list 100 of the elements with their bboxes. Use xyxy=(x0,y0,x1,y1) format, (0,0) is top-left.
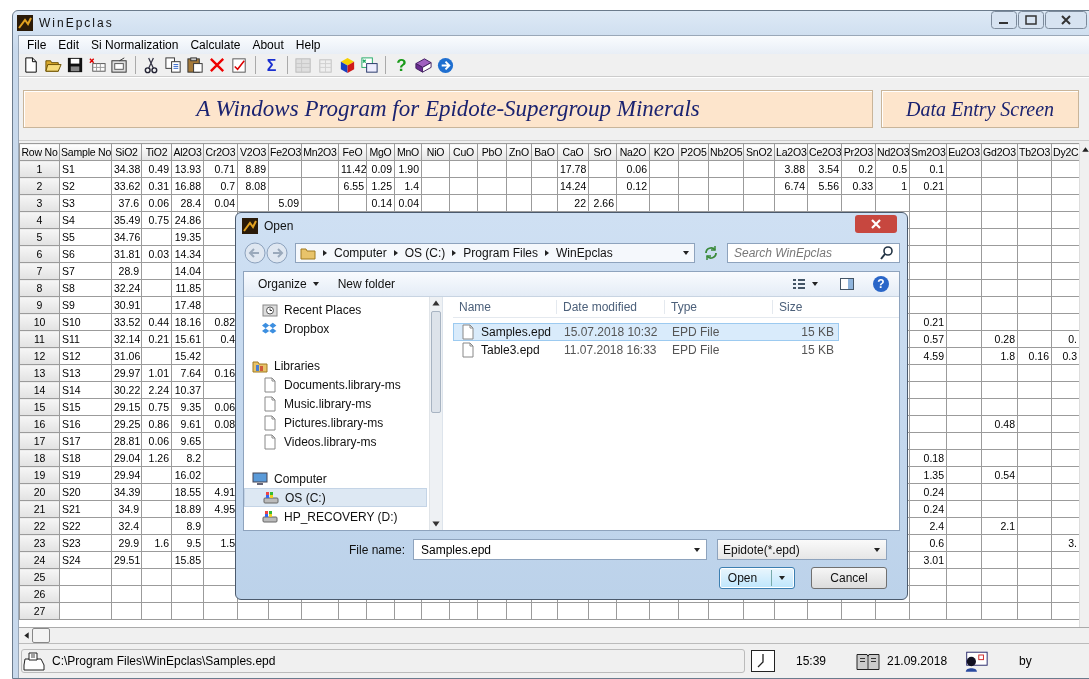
preview-pane-icon[interactable] xyxy=(839,276,855,292)
search-icon xyxy=(879,245,895,261)
grid-delete-icon[interactable] xyxy=(88,55,107,75)
column-header: NiO xyxy=(421,143,450,161)
view-options-icon[interactable] xyxy=(791,276,821,292)
column-header: CuO xyxy=(449,143,478,161)
file-name: Samples.epd xyxy=(481,325,552,339)
clipboard-icon[interactable] xyxy=(186,55,205,75)
file-row[interactable]: Table3.epd 11.07.2018 16:33 EPD File 15 KB xyxy=(453,341,839,359)
menu-item[interactable]: Help xyxy=(289,38,327,52)
column-header: Dy2C xyxy=(1051,143,1079,161)
person-card-icon xyxy=(963,650,989,672)
help-button[interactable]: ? xyxy=(873,276,889,292)
file-type-dropdown[interactable]: Epidote(*.epd) xyxy=(717,539,887,560)
breadcrumb-item[interactable]: WinEpclas xyxy=(556,246,613,260)
document-icon xyxy=(262,414,278,431)
nav-item[interactable]: Music.library-ms xyxy=(244,394,427,413)
scroll-left-icon[interactable] xyxy=(21,629,32,642)
vertical-scrollbar[interactable] xyxy=(429,297,442,530)
column-header[interactable]: Date modified xyxy=(557,300,665,314)
arrow-circle-icon[interactable] xyxy=(436,55,455,75)
column-header[interactable]: Type xyxy=(665,300,773,314)
breadcrumb-item[interactable]: Computer xyxy=(334,246,387,260)
nav-item[interactable]: OS (C:) xyxy=(244,488,427,507)
maximize-button[interactable] xyxy=(1018,11,1044,29)
document-icon xyxy=(460,324,476,340)
column-header: Al2O3 xyxy=(171,143,204,161)
status-date: 21.09.2018 xyxy=(887,653,949,670)
column-header: Nb2O5 xyxy=(708,143,744,161)
file-name-field[interactable]: Samples.epd xyxy=(419,541,689,558)
open-button[interactable]: Open xyxy=(719,567,795,589)
refresh-icon[interactable] xyxy=(703,245,719,261)
column-header: V2O3 xyxy=(237,143,269,161)
column-header: PbO xyxy=(477,143,507,161)
close-button[interactable] xyxy=(855,215,897,233)
column-header: Row No xyxy=(19,143,60,161)
file-size: 15 KB xyxy=(800,343,835,357)
window-title: WinEpclas xyxy=(39,16,114,30)
chevron-icon xyxy=(391,249,400,257)
menu-item[interactable]: Edit xyxy=(52,38,86,52)
caret-icon[interactable] xyxy=(682,249,690,257)
nav-item[interactable]: Pictures.library-ms xyxy=(244,413,427,432)
nav-item[interactable]: Libraries xyxy=(244,356,427,375)
minimize-button[interactable] xyxy=(991,11,1017,29)
cancel-button[interactable]: Cancel xyxy=(811,567,887,589)
organize-menu[interactable]: Organize xyxy=(258,277,320,291)
book-icon[interactable] xyxy=(414,55,433,75)
cube-icon[interactable] xyxy=(338,55,357,75)
document-icon xyxy=(262,395,278,412)
nav-item[interactable]: HP_RECOVERY (D:) xyxy=(244,507,427,526)
nav-item[interactable]: Recent Places xyxy=(244,300,427,319)
column-header[interactable]: Size xyxy=(773,300,837,314)
column-header: ZnO xyxy=(506,143,532,161)
menu-item[interactable]: File xyxy=(21,38,53,52)
menu-item[interactable]: Si Normalization xyxy=(85,38,185,52)
clock-icon xyxy=(751,650,775,672)
column-header: FeO xyxy=(338,143,367,161)
caret-icon[interactable] xyxy=(693,545,701,554)
checklist-icon[interactable] xyxy=(230,55,249,75)
address-bar[interactable]: Computer OS (C:) Program Files WinEpclas xyxy=(295,243,695,263)
column-header: Na2O xyxy=(616,143,650,161)
column-header: P2O5 xyxy=(678,143,709,161)
app-icon xyxy=(242,218,258,234)
sum-button[interactable]: Σ xyxy=(262,55,281,75)
caret-icon xyxy=(873,545,881,554)
vertical-scrollbar[interactable] xyxy=(1079,143,1089,627)
folder-icon xyxy=(300,245,316,261)
nav-item[interactable]: Videos.library-ms xyxy=(244,432,427,451)
file-date: 11.07.2018 16:33 xyxy=(563,343,658,357)
menu-item[interactable]: About xyxy=(246,38,290,52)
menu-item[interactable]: Calculate xyxy=(184,38,247,52)
cross-icon[interactable] xyxy=(208,55,227,75)
copy-icon[interactable] xyxy=(164,55,183,75)
breadcrumb-item[interactable]: OS (C:) xyxy=(404,246,446,260)
horizontal-scrollbar[interactable] xyxy=(19,627,1089,643)
nav-item[interactable]: Dropbox xyxy=(244,319,427,338)
search-input[interactable]: Search WinEpclas xyxy=(732,245,879,261)
monitor-icon xyxy=(252,470,268,487)
dialog-title: Open xyxy=(264,219,294,233)
new-folder-button[interactable]: New folder xyxy=(337,277,396,291)
program-banner: A Windows Program for Epidote-Supergroup Minerals xyxy=(23,90,873,128)
column-header: K2O xyxy=(649,143,679,161)
caret-icon xyxy=(311,280,320,288)
column-header: Sample No xyxy=(59,143,112,161)
column-header: La2O3 xyxy=(774,143,808,161)
column-header: Mn2O3 xyxy=(301,143,339,161)
status-time: 15:39 xyxy=(795,653,827,670)
column-header: TiO2 xyxy=(141,143,172,161)
search-field[interactable]: Search WinEpclas xyxy=(727,243,900,263)
file-row[interactable]: Samples.epd 15.07.2018 10:32 EPD File 15 KB xyxy=(453,323,839,341)
nav-item[interactable]: Computer xyxy=(244,469,427,488)
file-name-combobox[interactable]: Samples.epd xyxy=(413,539,707,560)
scroll-thumb[interactable] xyxy=(431,311,441,413)
breadcrumb-item[interactable]: Program Files xyxy=(463,246,539,260)
column-header[interactable]: Name xyxy=(453,300,557,314)
spreadsheet-icon[interactable] xyxy=(360,55,379,75)
column-header: Gd2O3 xyxy=(981,143,1018,161)
nav-item[interactable]: Documents.library-ms xyxy=(244,375,427,394)
scroll-thumb[interactable] xyxy=(32,628,50,643)
close-button[interactable] xyxy=(1045,11,1087,29)
